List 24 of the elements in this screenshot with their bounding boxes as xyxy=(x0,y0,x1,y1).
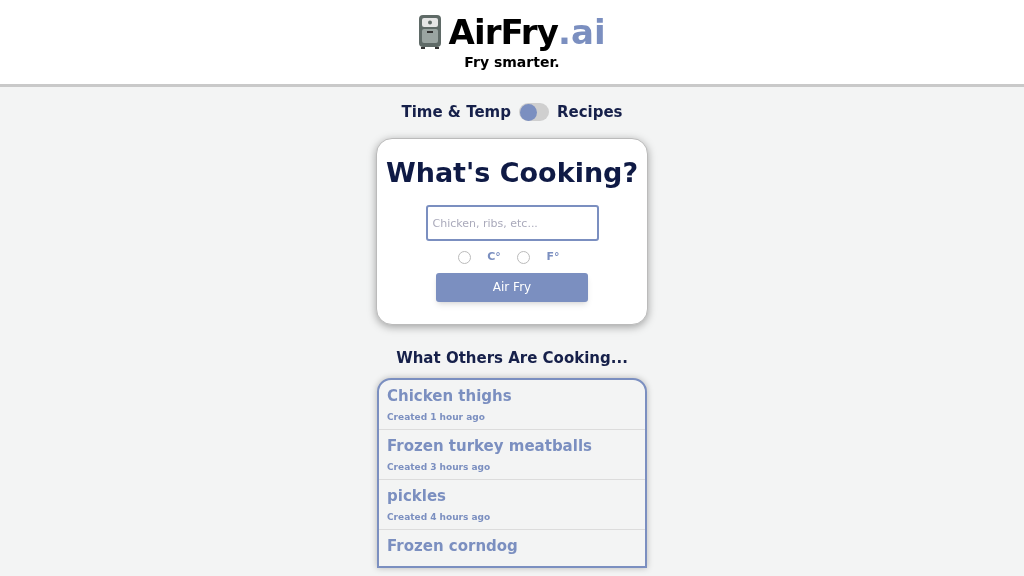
air-fry-button[interactable]: Air Fry xyxy=(436,272,588,302)
recipe-name: Frozen corndog xyxy=(387,536,519,557)
logo-suffix: .ai xyxy=(558,15,606,49)
radio-label: F° xyxy=(545,249,561,265)
recipe-item[interactable]: pickles Created 4 hours ago xyxy=(379,480,645,530)
created-time: Created 1 hour ago xyxy=(387,410,486,424)
recipe-name: Chicken thighs xyxy=(387,386,513,407)
recipe-item[interactable]: Chicken thighs Created 1 hour ago xyxy=(379,380,645,430)
search-field[interactable]: Chicken, ribs, etc... xyxy=(425,205,599,241)
logo-text: AirFry xyxy=(448,15,559,49)
toggle-label: Time & Temp xyxy=(401,102,511,123)
recipe-item[interactable]: Frozen turkey meatballs Created 3 hours ago xyxy=(379,430,645,480)
air-fryer-icon xyxy=(418,14,443,50)
section-title: What Others Are Cooking... xyxy=(396,347,628,369)
created-time: Created 3 hours ago xyxy=(387,460,492,474)
created-time: Created 4 hours ago xyxy=(387,510,492,524)
toggle-label: Recipes xyxy=(556,102,623,123)
recipe-name: pickles xyxy=(387,486,447,507)
tagline: Fry smarter. xyxy=(464,53,560,72)
recipe-name: Frozen turkey meatballs xyxy=(387,436,593,457)
mode-toggle[interactable] xyxy=(518,103,549,122)
radio-label: C° xyxy=(486,249,502,265)
recipe-item[interactable]: Frozen corndog xyxy=(379,530,645,566)
card-title: What's Cooking? xyxy=(385,155,639,190)
